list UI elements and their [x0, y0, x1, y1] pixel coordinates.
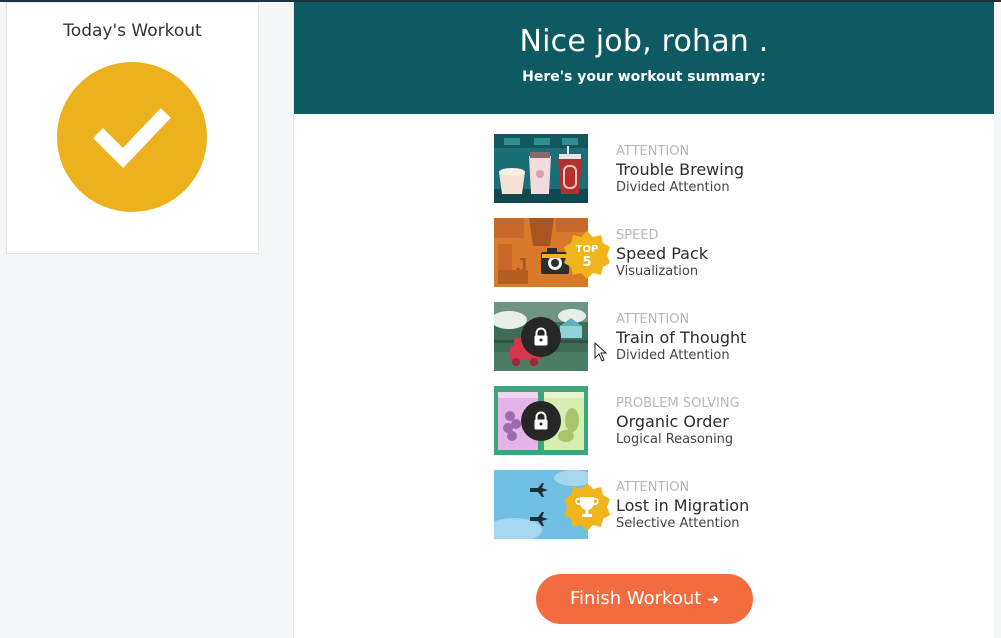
card-title: Today's Workout — [63, 21, 202, 41]
game-skill: Logical Reasoning — [616, 432, 734, 447]
game-thumbnail: J TOP 5 — [494, 218, 610, 287]
game-skill: Selective Attention — [616, 516, 740, 531]
game-name: Train of Thought — [616, 328, 747, 347]
badge-top-label: TOP — [576, 244, 599, 255]
game-name: Organic Order — [616, 412, 729, 431]
game-name: Lost in Migration — [616, 496, 750, 515]
game-item-lost-in-migration[interactable]: ATTENTION Lost in Migration Selective At… — [494, 470, 794, 554]
game-skill: Divided Attention — [616, 180, 730, 195]
lock-icon — [521, 317, 561, 357]
game-category: PROBLEM SOLVING — [616, 396, 740, 411]
page-title: Nice job, rohan . — [519, 24, 769, 59]
arrow-right-icon: ➜ — [707, 592, 720, 608]
game-category: ATTENTION — [616, 480, 690, 495]
game-item-speed-pack[interactable]: J TOP 5 SPEED Speed Pack Visualization — [494, 218, 794, 302]
todays-workout-card: Today's Workout — [6, 2, 259, 254]
game-info: ATTENTION Trouble Brewing Divided Attent… — [616, 144, 744, 196]
game-info: PROBLEM SOLVING Organic Order Logical Re… — [616, 396, 740, 448]
game-thumbnail — [494, 134, 588, 203]
page-subtitle: Here's your workout summary: — [522, 69, 766, 85]
game-category: ATTENTION — [616, 144, 690, 159]
workout-summary-panel: Nice job, rohan . Here's your workout su… — [293, 2, 994, 638]
game-info: ATTENTION Lost in Migration Selective At… — [616, 480, 749, 532]
game-item-train-of-thought[interactable]: ATTENTION Train of Thought Divided Atten… — [494, 302, 794, 386]
game-category: ATTENTION — [616, 312, 690, 327]
game-name: Speed Pack — [616, 244, 709, 263]
scroll-gutter — [994, 2, 1001, 638]
game-thumbnail — [494, 386, 588, 455]
game-category: SPEED — [616, 228, 659, 243]
game-name: Trouble Brewing — [616, 160, 744, 179]
badge-rank: 5 — [582, 255, 591, 270]
finish-workout-button[interactable]: Finish Workout ➜ — [536, 574, 753, 624]
trophy-icon — [564, 483, 610, 531]
game-thumbnail — [494, 302, 588, 371]
mouse-cursor-icon — [594, 342, 608, 362]
game-skill: Visualization — [616, 264, 699, 279]
top-5-badge: TOP 5 — [564, 231, 610, 279]
finish-workout-label: Finish Workout — [569, 588, 702, 609]
checkmark-icon — [57, 62, 207, 212]
game-thumbnail — [494, 470, 610, 539]
game-list: ATTENTION Trouble Brewing Divided Attent… — [494, 134, 794, 554]
game-info: SPEED Speed Pack Visualization — [616, 228, 708, 280]
game-skill: Divided Attention — [616, 348, 730, 363]
lock-icon — [521, 401, 561, 441]
summary-header: Nice job, rohan . Here's your workout su… — [294, 2, 994, 114]
game-info: ATTENTION Train of Thought Divided Atten… — [616, 312, 746, 364]
game-item-organic-order[interactable]: PROBLEM SOLVING Organic Order Logical Re… — [494, 386, 794, 470]
game-item-trouble-brewing[interactable]: ATTENTION Trouble Brewing Divided Attent… — [494, 134, 794, 218]
